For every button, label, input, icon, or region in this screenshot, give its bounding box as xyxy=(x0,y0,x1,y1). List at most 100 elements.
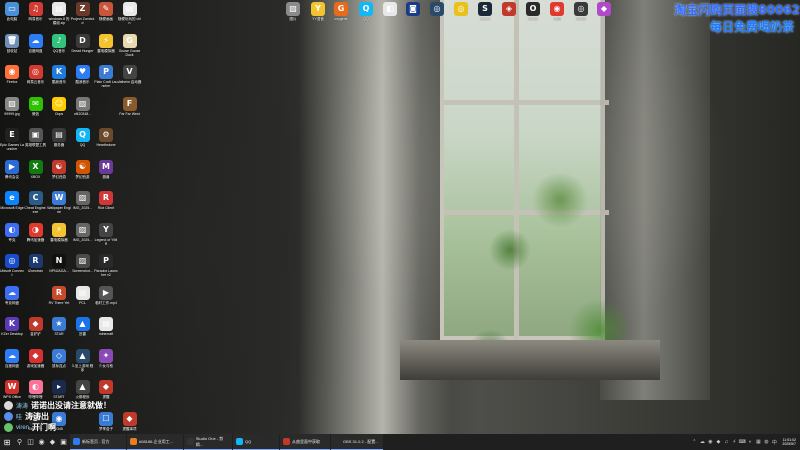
left_icons-icon[interactable]: W Wallpaper Engine xyxy=(47,191,71,214)
left_icons-icon[interactable]: ☁ 百度网盘 xyxy=(0,348,24,372)
top_icons-icon[interactable]: ◎ xyxy=(449,2,473,25)
top_icons-icon[interactable]: ◈ xyxy=(497,2,521,25)
left_icons-icon[interactable]: E Epic Games Launcher xyxy=(0,128,24,151)
top_icons-icon[interactable]: ◆ xyxy=(592,2,616,25)
left_icons-icon[interactable]: ⚡ 雷电模拟器 xyxy=(47,222,71,246)
left_icons-icon[interactable]: ◆ 游戏加速器 xyxy=(24,348,48,372)
left_icons-icon[interactable]: ✉ 微信 xyxy=(24,96,48,120)
left_icons-icon[interactable]: ☯ 梦幻西游 xyxy=(71,159,95,183)
top_icons-icon[interactable]: ▨ 图片 xyxy=(281,2,305,25)
left_icons-icon[interactable]: ☺ Oops xyxy=(47,96,71,120)
search-icon[interactable]: ⚲ xyxy=(14,434,25,450)
left_icons-icon[interactable]: ◑ 腾讯加速器 xyxy=(24,222,48,246)
left_icons-icon[interactable]: ✦ 少女与枪 xyxy=(94,348,118,372)
left_icons-icon[interactable]: ▨ 99999.jpg xyxy=(0,96,24,120)
taskbar-app-button[interactable]: QQ xyxy=(233,434,279,450)
left_icons-icon[interactable]: ▨ IMG_2025... xyxy=(71,191,95,214)
tray-icon[interactable]: ⚡ xyxy=(730,439,738,446)
left_icons-icon[interactable]: Y Legend of YMIR xyxy=(94,222,118,246)
left_icons-icon[interactable]: K KZer Desktop xyxy=(0,317,24,340)
left_icons-icon[interactable]: ▨ Screenshot... xyxy=(71,254,95,277)
left_icons-icon[interactable]: P Plain Craft Launcher xyxy=(94,65,118,88)
top_icons-icon[interactable]: Goxygene xyxy=(329,2,353,25)
taskbar-pinned-icon[interactable]: ◫ xyxy=(25,434,36,450)
left_icons-icon[interactable]: Q QQ xyxy=(71,128,95,151)
left_icons-icon[interactable]: ⚡ 雷电模拟器 xyxy=(94,33,118,57)
left_icons-icon[interactable]: ▶ 腾讯会议 xyxy=(0,159,24,183)
left_icons-icon[interactable]: G Goose Goose Duck xyxy=(118,33,142,57)
top_icons-icon[interactable]: ◙ xyxy=(401,2,425,25)
taskbar-clock[interactable]: 11:51:02 2025/5/7 xyxy=(778,438,800,447)
left_icons-icon[interactable]: ◐ 夸克 xyxy=(0,222,24,246)
tray-icon[interactable]: ⌃ xyxy=(690,439,698,446)
left_icons-icon[interactable]: ▤ 服务器 xyxy=(47,128,71,151)
left_icons-icon[interactable]: ▭ 此电脑 xyxy=(0,2,24,25)
taskbar-app-button[interactable]: OBS 31.0.2 - 配置... xyxy=(331,434,383,450)
tray-icon[interactable]: ⌨ xyxy=(738,439,746,446)
taskbar-app-button[interactable]: #08186-企业用工... xyxy=(127,434,183,450)
taskbar-app-button[interactable]: 新标签页 - 官方 xyxy=(70,434,126,450)
top_icons-icon[interactable]: O Studio xyxy=(521,2,545,25)
left_icons-icon[interactable]: ◎ Ubisoft Connect xyxy=(0,254,24,277)
tray-icon[interactable]: ♫ xyxy=(722,439,730,446)
left_icons-icon[interactable]: ▤ windows.8 的模组.zip xyxy=(47,2,71,25)
left_icons-icon[interactable]: ▲ 迅雷 xyxy=(71,317,95,340)
tray-icon[interactable]: ◆ xyxy=(714,439,722,446)
top_icons-icon[interactable]: ◉ 火绒 xyxy=(545,2,569,25)
top_icons-icon[interactable]: Q QQ xyxy=(354,2,378,25)
windows-start-icon[interactable]: ⊞ xyxy=(0,434,14,450)
top_icons-icon[interactable]: ◧ xyxy=(378,2,402,25)
left_icons-icon[interactable]: ☯ 梦幻西游 xyxy=(47,159,71,183)
left_icons-icon[interactable]: RiZneotran xyxy=(24,254,48,277)
left_icons-icon[interactable]: F Far Far West xyxy=(118,96,142,120)
taskbar-pinned-icon[interactable]: ◆ xyxy=(47,434,58,450)
left_icons-icon[interactable]: Z Project Zomboid xyxy=(71,2,95,25)
taskbar-app-button[interactable]: 从曲里面中获取 xyxy=(280,434,330,450)
left_icons-icon[interactable]: N NPNJAGA... xyxy=(47,254,71,277)
left_icons-icon[interactable]: ◆ 金铲铲 xyxy=(24,317,48,340)
left_icons-icon[interactable]: ▨ IMG_2025... xyxy=(71,222,95,246)
tray-icon[interactable]: ◉ xyxy=(706,439,714,446)
left_icons-icon[interactable]: C Cheat Engine.exe xyxy=(24,191,48,214)
top_icons-icon[interactable]: ◎ xyxy=(425,2,449,25)
top_icons-icon[interactable]: ◎ Studio xyxy=(569,2,593,25)
left_icons-icon[interactable]: D Dread Hunger xyxy=(71,33,95,57)
left_icons-icon[interactable]: ▤ 随便玩玩的 chin xyxy=(118,2,142,25)
left_icons-icon[interactable]: ✎ 随便画画 xyxy=(94,2,118,25)
left_icons-icon[interactable]: ☁ 夸克网盘 xyxy=(0,285,24,309)
left_icons-icon[interactable]: ★ STAR xyxy=(47,317,71,340)
top_icons-icon[interactable]: S Steam xyxy=(473,2,497,25)
tray-icon[interactable]: ▦ xyxy=(754,439,762,446)
left_icons-icon[interactable]: ☁ 百度网盘 xyxy=(24,33,48,57)
left_icons-icon[interactable]: 🗑 回收站 xyxy=(0,33,24,57)
left_icons-icon[interactable]: M 魔兽 xyxy=(94,159,118,183)
left_icons-icon[interactable]: ▣ 英雄联盟工具 xyxy=(24,128,48,151)
left_icons-icon[interactable]: R RV There Yet xyxy=(47,285,71,309)
left_icons-icon[interactable]: e Microsoft Edge xyxy=(0,191,24,214)
left_icons-icon[interactable]: ♪ QQ音乐 xyxy=(47,33,71,57)
taskbar-app-button[interactable]: Studio One - 剪辑... xyxy=(184,434,232,450)
left_icons-icon[interactable]: K 酷我音乐 xyxy=(47,65,71,88)
taskbar-pinned-icon[interactable]: ▣ xyxy=(58,434,69,450)
left_icons-icon[interactable]: ▤ minecraft xyxy=(94,317,118,340)
left_icons-icon[interactable]: X XBOX xyxy=(24,159,48,183)
left_icons-icon[interactable]: ♥ 酷我音乐 xyxy=(71,65,95,88)
left_icons-icon[interactable]: P Paradox Launcher v2 xyxy=(94,254,118,277)
left_icons-icon[interactable]: V Valheim 启动器 xyxy=(118,65,142,88)
left_icons-icon[interactable]: ◎ 网易云音乐 xyxy=(24,65,48,88)
left_icons-icon[interactable]: ▤ PCL xyxy=(71,285,95,309)
left_icons-icon[interactable]: R Riot Client xyxy=(94,191,118,214)
tray-icon[interactable]: 中 xyxy=(770,439,778,446)
left_icons-icon[interactable]: ▶ 临时工作.mp4 xyxy=(94,285,118,309)
left_icons-icon[interactable]: ▨ cf420348... xyxy=(71,96,95,120)
taskbar-pinned-icon[interactable]: ◉ xyxy=(36,434,47,450)
left_icons-icon[interactable]: ♫ 网易音乐 xyxy=(24,2,48,25)
tray-icon[interactable]: ◐ xyxy=(746,439,754,446)
left_icons-icon[interactable]: ▲ 3-坐上游戏 程序 xyxy=(71,348,95,372)
tray-icon[interactable]: ☁ xyxy=(698,439,706,446)
left_icons-icon[interactable]: ◉ Firefox xyxy=(0,65,24,88)
left_icons-icon[interactable]: ⚙ Hearthstone xyxy=(94,128,118,151)
top_icons-icon[interactable]: Y YY语音 xyxy=(306,2,330,25)
tray-icon[interactable]: ◍ xyxy=(762,439,770,446)
left_icons-icon[interactable]: ◇ 鼠标连点 xyxy=(47,348,71,372)
